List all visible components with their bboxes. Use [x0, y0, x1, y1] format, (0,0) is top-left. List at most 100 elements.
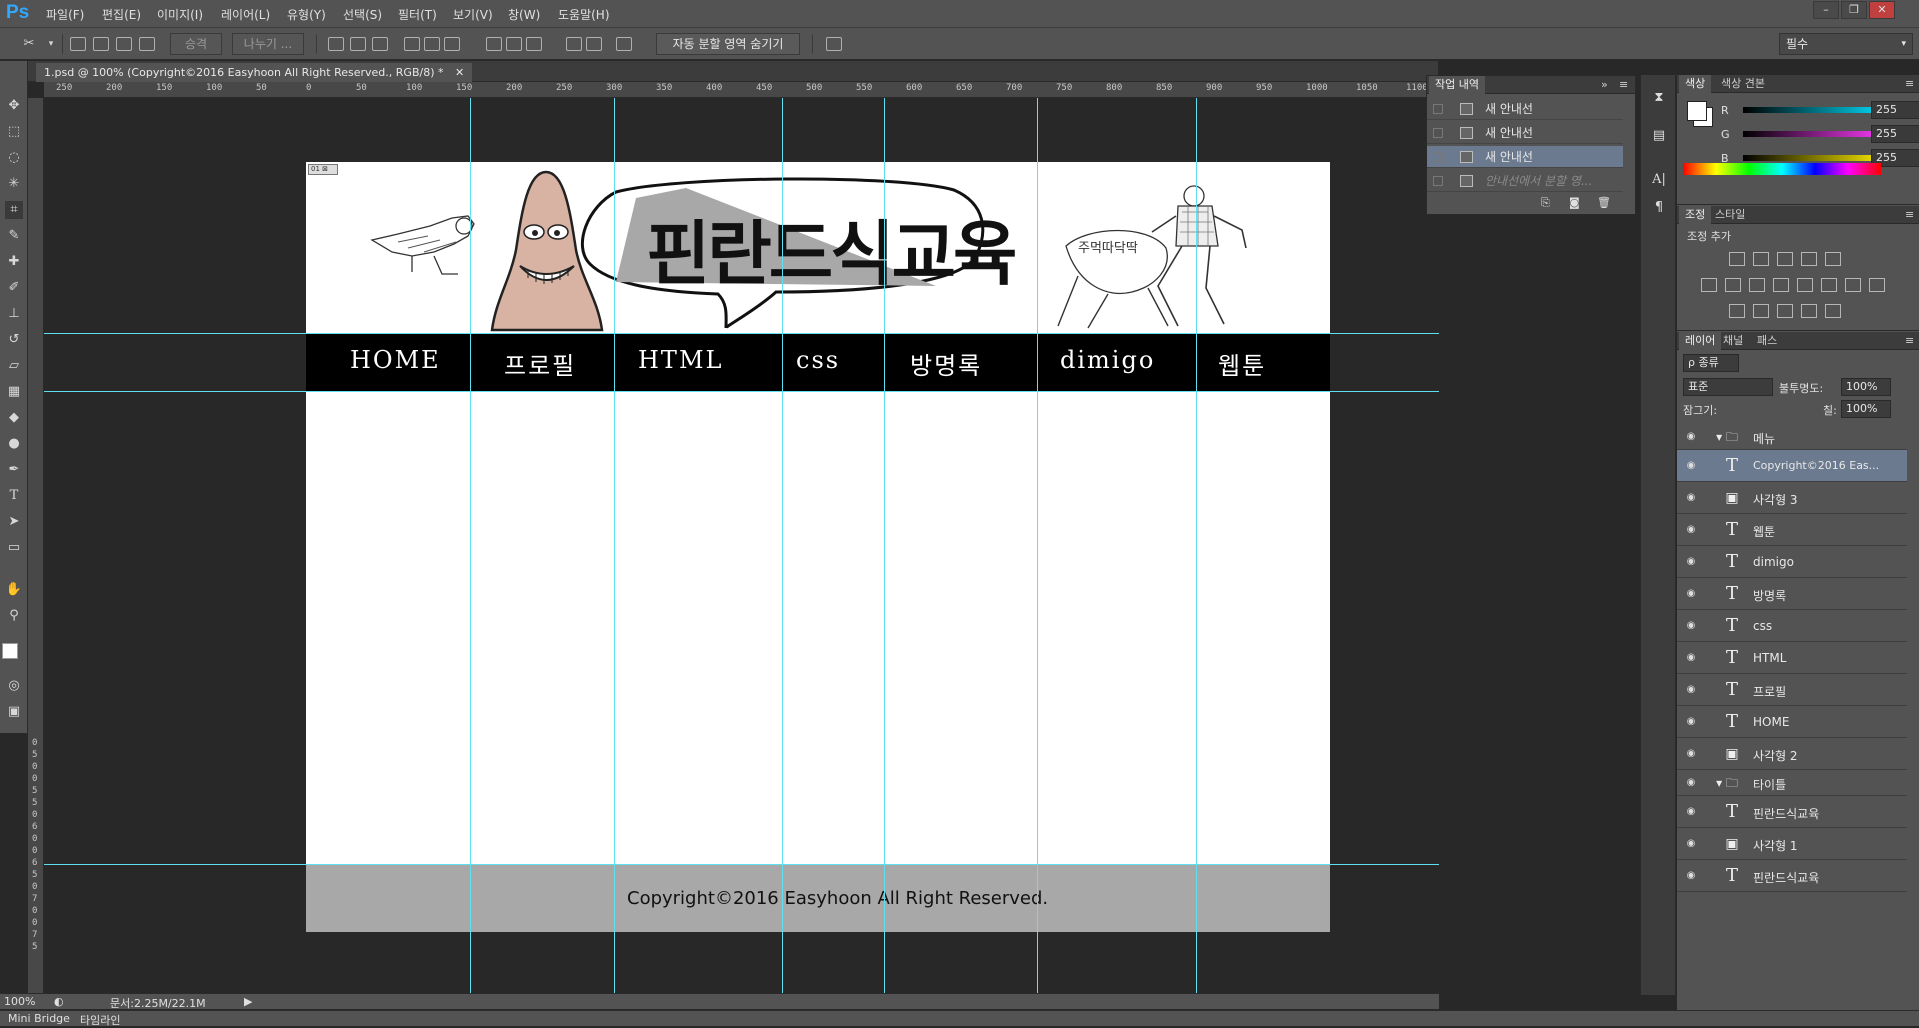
- menu-select[interactable]: 선택(S): [343, 6, 382, 23]
- character-panel-icon[interactable]: A|: [1650, 171, 1668, 189]
- camera-icon[interactable]: ◙: [1569, 196, 1580, 209]
- fill-input[interactable]: 100%: [1841, 400, 1891, 418]
- align-icon[interactable]: [424, 37, 440, 51]
- rectangle-tool-icon[interactable]: ▭: [5, 539, 23, 557]
- layer-row[interactable]: ◉ T 방명록: [1677, 578, 1907, 610]
- stamp-tool-icon[interactable]: ⊥: [5, 305, 23, 323]
- brush-tool-icon[interactable]: ✐: [5, 279, 23, 297]
- adjustment-icon[interactable]: [1801, 252, 1817, 266]
- distribute-icon[interactable]: [616, 37, 632, 51]
- adjustment-icon[interactable]: [1701, 278, 1717, 292]
- foreground-color-swatch[interactable]: [2, 643, 18, 659]
- screen-mode-icon[interactable]: ▣: [5, 703, 23, 721]
- blend-mode-select[interactable]: 표준: [1683, 378, 1773, 396]
- horizontal-guide[interactable]: [44, 391, 1439, 392]
- pen-tool-icon[interactable]: ✒: [5, 461, 23, 479]
- eraser-tool-icon[interactable]: ▱: [5, 357, 23, 375]
- crop-tool-icon[interactable]: ⌗: [5, 201, 23, 219]
- tab-adjustments[interactable]: 조정: [1679, 206, 1712, 224]
- eye-icon[interactable]: ◉: [1684, 431, 1698, 443]
- horizontal-guide[interactable]: [44, 864, 1439, 865]
- layer-row[interactable]: ◉ ▣ 사각형 2: [1677, 738, 1907, 770]
- panel-collapse-icon[interactable]: »: [1595, 76, 1614, 94]
- align-icon[interactable]: [328, 37, 344, 51]
- chevron-down-icon[interactable]: ▾: [42, 35, 60, 53]
- layer-row[interactable]: ◉ T Copyright©2016 Eas...: [1677, 450, 1907, 482]
- hand-tool-icon[interactable]: ✋: [5, 581, 23, 599]
- adjustment-icon[interactable]: [1773, 278, 1789, 292]
- layer-row[interactable]: ◉ ▣ 사각형 3: [1677, 482, 1907, 514]
- opacity-input[interactable]: 100%: [1841, 378, 1891, 396]
- adjustment-icon[interactable]: [1869, 278, 1885, 292]
- layer-row[interactable]: ◉ T 웹툰: [1677, 514, 1907, 546]
- menu-view[interactable]: 보기(V): [453, 6, 493, 23]
- align-icon[interactable]: [372, 37, 388, 51]
- tab-paths[interactable]: 패스: [1751, 332, 1783, 350]
- layer-row[interactable]: ◉ ▣ 사각형 1: [1677, 828, 1907, 860]
- history-item[interactable]: 안내선에서 분할 영...: [1427, 170, 1623, 192]
- path-select-tool-icon[interactable]: ➤: [5, 513, 23, 531]
- layer-order-icon[interactable]: [93, 37, 109, 51]
- play-icon[interactable]: ▶: [244, 995, 252, 1008]
- distribute-icon[interactable]: [526, 37, 542, 51]
- adjustment-icon[interactable]: [1729, 304, 1745, 318]
- history-item[interactable]: 새 안내선: [1427, 146, 1623, 168]
- adjustment-icon[interactable]: [1749, 278, 1765, 292]
- tab-mini-bridge[interactable]: Mini Bridge: [8, 1012, 70, 1025]
- type-tool-icon[interactable]: T: [5, 487, 23, 505]
- panel-menu-icon[interactable]: ≡: [1899, 332, 1919, 350]
- history-snapshot-checkbox[interactable]: [1433, 176, 1443, 186]
- adjustment-icon[interactable]: [1801, 304, 1817, 318]
- red-track[interactable]: [1743, 107, 1888, 113]
- document-tab[interactable]: 1.psd @ 100% (Copyright©2016 Easyhoon Al…: [36, 63, 473, 82]
- healing-tool-icon[interactable]: ✚: [5, 253, 23, 271]
- zoom-tool-icon[interactable]: ⚲: [5, 607, 23, 625]
- layer-order-icon[interactable]: [70, 37, 86, 51]
- eye-icon[interactable]: ◉: [1684, 556, 1698, 568]
- menu-image[interactable]: 이미지(I): [157, 6, 203, 23]
- adjustment-icon[interactable]: [1777, 252, 1793, 266]
- history-panel-icon[interactable]: ⧗: [1650, 89, 1668, 107]
- adjustment-icon[interactable]: [1729, 252, 1745, 266]
- close-icon[interactable]: ✕: [455, 66, 464, 79]
- menu-layer[interactable]: 레이어(L): [221, 6, 270, 23]
- adjustment-icon[interactable]: [1725, 278, 1741, 292]
- info-panel-icon[interactable]: ▤: [1650, 127, 1668, 145]
- slice-tool-icon[interactable]: ✂: [20, 35, 38, 53]
- adjustment-icon[interactable]: [1777, 304, 1793, 318]
- zoom-level[interactable]: 100%: [4, 995, 35, 1008]
- menu-file[interactable]: 파일(F): [46, 6, 84, 23]
- restore-button[interactable]: ❐: [1841, 1, 1867, 19]
- distribute-icon[interactable]: [566, 37, 582, 51]
- vertical-guide[interactable]: [884, 98, 885, 993]
- magic-wand-tool-icon[interactable]: ✳: [5, 175, 23, 193]
- gradient-tool-icon[interactable]: ▦: [5, 383, 23, 401]
- marquee-tool-icon[interactable]: ⬚: [5, 123, 23, 141]
- align-icon[interactable]: [350, 37, 366, 51]
- tab-channels[interactable]: 채널: [1717, 332, 1749, 350]
- menu-edit[interactable]: 편집(E): [102, 6, 141, 23]
- adjustment-icon[interactable]: [1797, 278, 1813, 292]
- green-value[interactable]: 255: [1871, 125, 1919, 143]
- vertical-guide[interactable]: [1037, 98, 1038, 993]
- color-spectrum[interactable]: [1683, 163, 1881, 175]
- info-icon[interactable]: ◐: [54, 995, 64, 1008]
- green-track[interactable]: [1743, 131, 1888, 137]
- dodge-tool-icon[interactable]: ●: [5, 435, 23, 453]
- vertical-guide[interactable]: [470, 98, 471, 993]
- blue-track[interactable]: [1743, 155, 1888, 161]
- tab-styles[interactable]: 스타일: [1709, 206, 1751, 224]
- new-document-icon[interactable]: ⎘: [1541, 196, 1550, 210]
- tab-history[interactable]: 작업 내역: [1429, 76, 1485, 94]
- adjustment-icon[interactable]: [1753, 252, 1769, 266]
- blur-tool-icon[interactable]: ◆: [5, 409, 23, 427]
- menu-type[interactable]: 유형(Y): [287, 6, 326, 23]
- distribute-icon[interactable]: [486, 37, 502, 51]
- vertical-guide[interactable]: [614, 98, 615, 993]
- layer-row[interactable]: ◉ T HOME: [1677, 706, 1907, 738]
- layer-order-icon[interactable]: [116, 37, 132, 51]
- move-tool-icon[interactable]: ✥: [5, 97, 23, 115]
- layer-row[interactable]: ◉ T 프로필: [1677, 674, 1907, 706]
- panel-menu-icon[interactable]: ≡: [1899, 75, 1919, 93]
- eye-icon[interactable]: ◉: [1684, 492, 1698, 504]
